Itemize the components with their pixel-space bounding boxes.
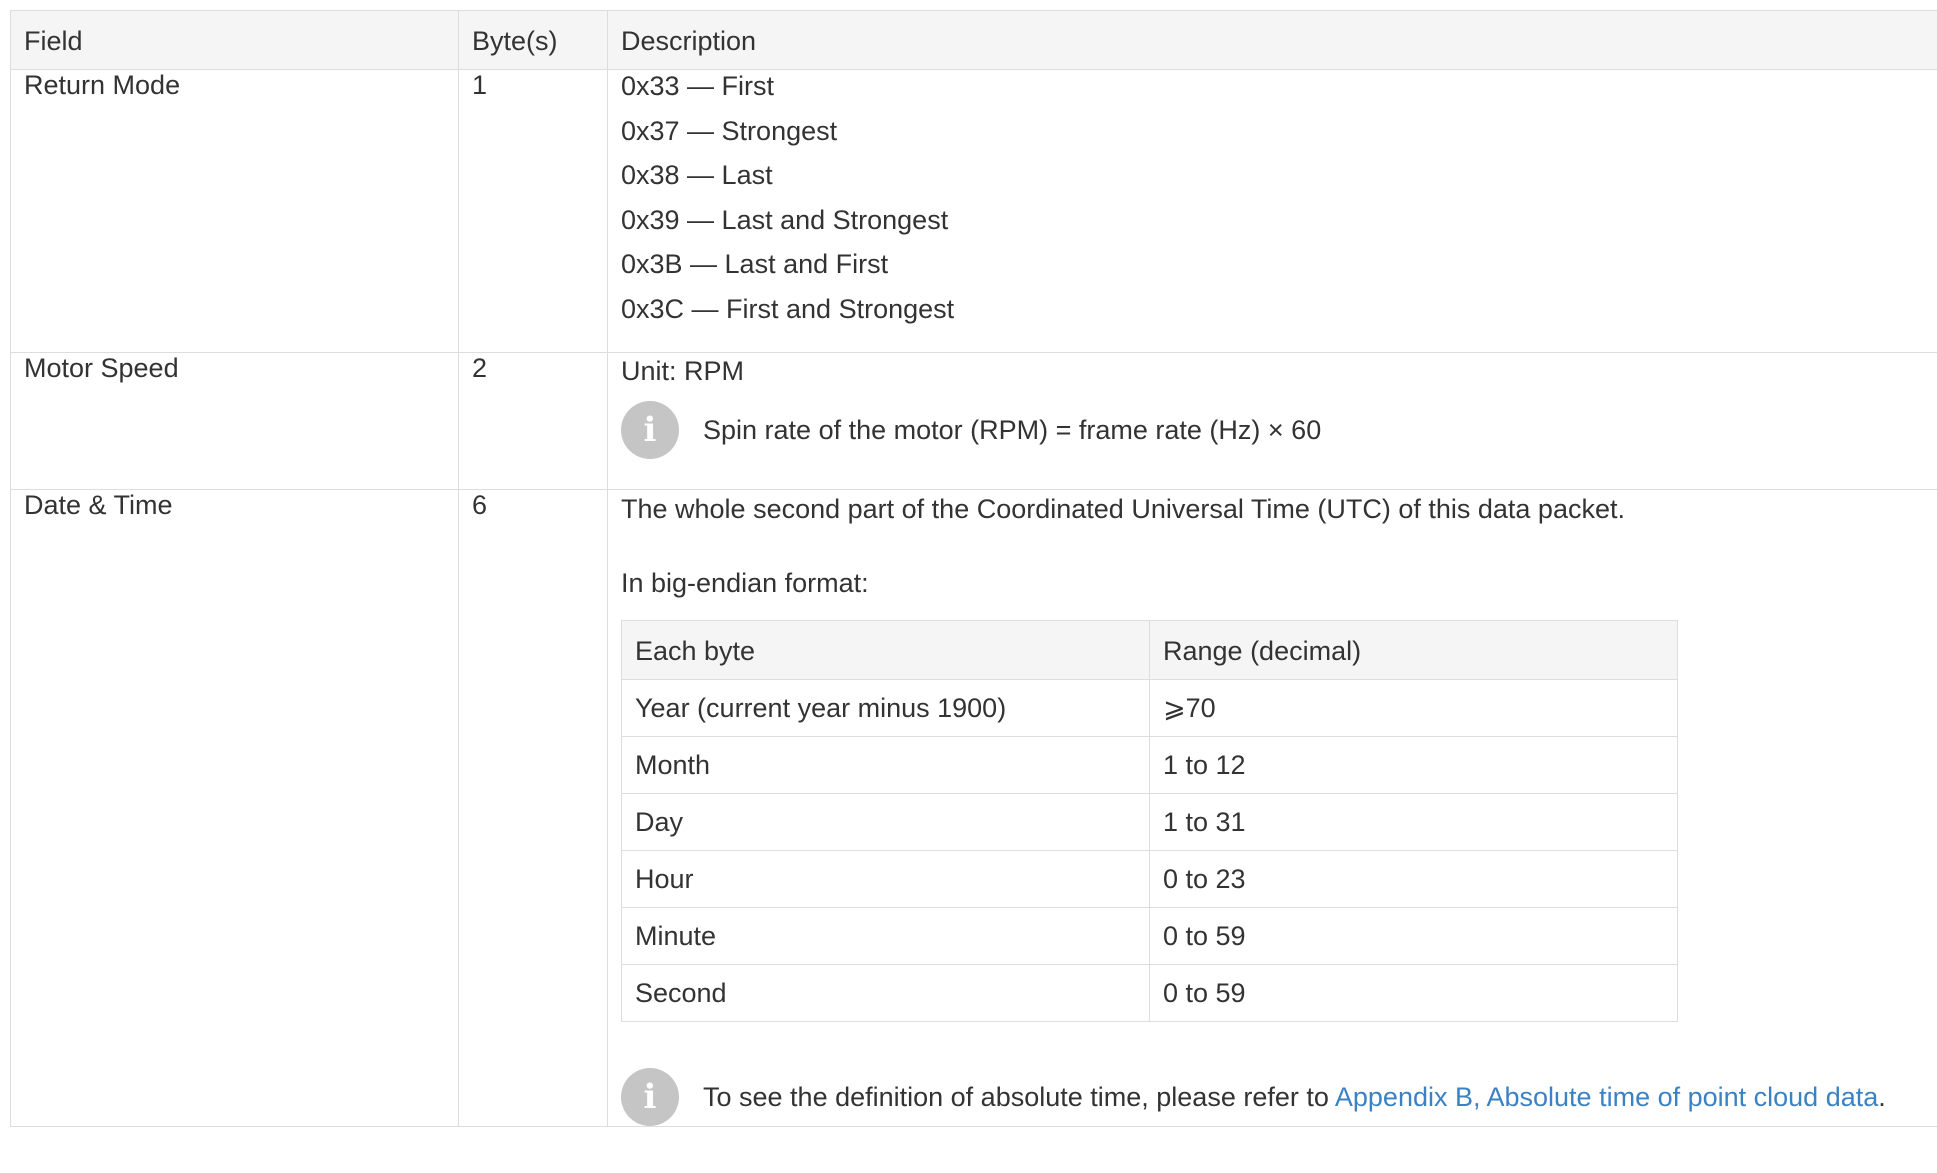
return-mode-item: 0x33 — First [621, 71, 775, 101]
table-row-motor-speed: Motor Speed 2 Unit: RPM i Spin rate of t… [10, 352, 1937, 490]
byte-name: Month [621, 736, 1150, 794]
info-note-text: Spin rate of the motor (RPM) = frame rat… [703, 415, 1322, 445]
byte-range: 1 to 12 [1149, 736, 1678, 794]
byte-name: Year (current year minus 1900) [621, 679, 1150, 737]
appendix-b-link[interactable]: Appendix B, Absolute time of point cloud… [1335, 1082, 1878, 1112]
table-row-return-mode: Return Mode 1 0x33 — First 0x37 — Strong… [10, 69, 1937, 353]
return-mode-item: 0x37 — Strongest [621, 115, 838, 146]
field-description: Unit: RPM i Spin rate of the motor (RPM)… [607, 352, 1937, 490]
info-note-text: To see the definition of absolute time, … [703, 1077, 1886, 1117]
table-row: Day 1 to 31 [621, 793, 1678, 851]
field-bytes: 2 [458, 352, 608, 490]
return-mode-item: 0x38 — Last [621, 160, 773, 190]
field-name: Date & Time [10, 489, 459, 1127]
table-row: Second 0 to 59 [621, 964, 1678, 1022]
return-mode-list: 0x33 — First 0x37 — Strongest 0x38 — Las… [621, 64, 1931, 331]
byte-range: 0 to 59 [1149, 964, 1678, 1022]
info-note: i Spin rate of the motor (RPM) = frame r… [621, 401, 1931, 459]
byte-range: ⩾70 [1149, 679, 1678, 737]
field-name: Return Mode [10, 69, 459, 353]
date-time-description: The whole second part of the Coordinated… [621, 494, 1625, 524]
header-each-byte: Each byte [621, 620, 1150, 680]
field-description: The whole second part of the Coordinated… [607, 489, 1937, 1127]
byte-range-header-row: Each byte Range (decimal) [621, 620, 1678, 680]
return-mode-item: 0x3B — Last and First [621, 249, 889, 279]
table-row: Minute 0 to 59 [621, 907, 1678, 965]
byte-range: 1 to 31 [1149, 793, 1678, 851]
info-icon: i [621, 1068, 679, 1126]
field-description: 0x33 — First 0x37 — Strongest 0x38 — Las… [607, 69, 1937, 353]
byte-name: Day [621, 793, 1150, 851]
note-suffix: . [1878, 1082, 1886, 1112]
field-table-header-row: Field Byte(s) Description [10, 10, 1937, 70]
return-mode-item: 0x3C — First and Strongest [621, 293, 955, 324]
header-range: Range (decimal) [1149, 620, 1678, 680]
table-row: Hour 0 to 23 [621, 850, 1678, 908]
byte-name: Hour [621, 850, 1150, 908]
byte-name: Second [621, 964, 1150, 1022]
field-bytes: 6 [458, 489, 608, 1127]
return-mode-item: 0x39 — Last and Strongest [621, 204, 949, 235]
header-field: Field [10, 10, 459, 70]
note-prefix: To see the definition of absolute time, … [703, 1082, 1335, 1112]
field-table: Field Byte(s) Description Return Mode 1 … [10, 10, 1937, 1127]
header-bytes: Byte(s) [458, 10, 608, 70]
document-page: Field Byte(s) Description Return Mode 1 … [0, 0, 1937, 1173]
motor-speed-unit: Unit: RPM [621, 356, 745, 386]
table-row: Month 1 to 12 [621, 736, 1678, 794]
header-description: Description [607, 10, 1937, 70]
table-row: Year (current year minus 1900) ⩾70 [621, 679, 1678, 737]
byte-range: 0 to 59 [1149, 907, 1678, 965]
byte-range-table: Each byte Range (decimal) Year (current … [621, 620, 1678, 1022]
byte-name: Minute [621, 907, 1150, 965]
table-row-date-time: Date & Time 6 The whole second part of t… [10, 489, 1937, 1127]
info-icon: i [621, 401, 679, 459]
field-name: Motor Speed [10, 352, 459, 490]
byte-range: 0 to 23 [1149, 850, 1678, 908]
field-bytes: 1 [458, 69, 608, 353]
format-label: In big-endian format: [621, 568, 869, 598]
info-note: i To see the definition of absolute time… [621, 1068, 1931, 1126]
